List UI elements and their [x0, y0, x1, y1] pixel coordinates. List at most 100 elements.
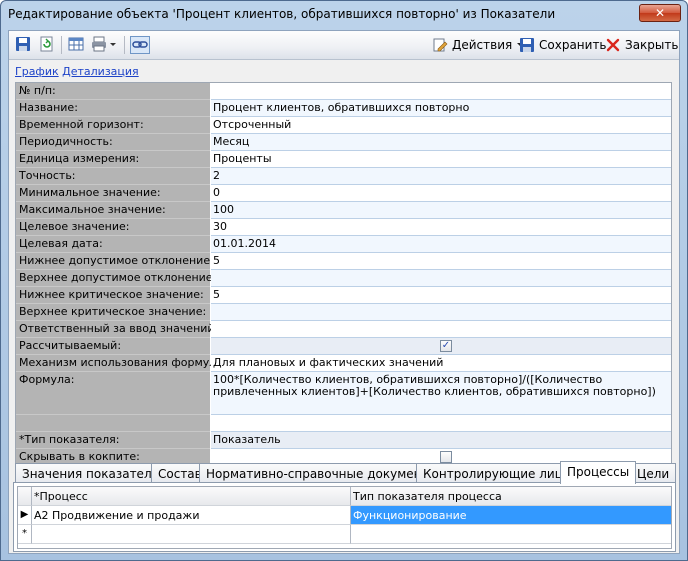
- high-critical-field[interactable]: [211, 304, 671, 321]
- process-grid: *Процесс Тип показателя процесса ▶ A2 Пр…: [17, 486, 672, 549]
- precision-field[interactable]: 2: [211, 168, 671, 185]
- edit-document-icon: [433, 38, 448, 52]
- processes-panel: *Процесс Тип показателя процесса ▶ A2 Пр…: [13, 482, 676, 552]
- toolbar-separator: [124, 36, 125, 54]
- name-field[interactable]: Процент клиентов, обратившихся повторно: [211, 100, 671, 117]
- new-process-cell[interactable]: [32, 525, 351, 544]
- prop-row-low-tolerance: Нижнее допустимое отклонение: 5: [16, 253, 671, 270]
- formula-field[interactable]: 100*[Количество клиентов, обратившихся п…: [211, 372, 671, 415]
- tab-controllers[interactable]: Контролирующие лица: [416, 463, 578, 483]
- prop-label: Верхнее допустимое отклонение:: [16, 270, 216, 287]
- prop-label: Единица измерения:: [16, 151, 210, 168]
- detail-link[interactable]: Детализация: [62, 65, 139, 78]
- prop-row-precision: Точность: 2: [16, 168, 671, 185]
- prop-row-formula: Формула: 100*[Количество клиентов, обрат…: [16, 372, 671, 415]
- prop-row-target: Целевое значение: 30: [16, 219, 671, 236]
- responsible-field[interactable]: [211, 321, 671, 338]
- tab-strip: Значения показателя Состав Нормативно-сп…: [13, 461, 679, 484]
- min-value-field[interactable]: 0: [211, 185, 671, 202]
- tab-indicator-values[interactable]: Значения показателя: [15, 463, 166, 483]
- process-type-cell[interactable]: Функционирование: [351, 506, 671, 525]
- prop-label: Периодичность:: [16, 134, 210, 151]
- prop-row-formula-mode: Механизм использования формулы: Для план…: [16, 355, 671, 372]
- prop-label: Точность:: [16, 168, 210, 185]
- prop-label: Временной горизонт:: [16, 117, 210, 134]
- new-row[interactable]: *: [18, 525, 671, 544]
- prop-row-type: *Тип показателя: Показатель: [16, 432, 671, 449]
- link-icon[interactable]: [130, 36, 150, 54]
- graph-link[interactable]: График: [15, 65, 59, 78]
- client-area: Действия Сохранить Закрыть График Детали…: [8, 30, 680, 554]
- number-field[interactable]: [211, 83, 671, 100]
- editor-window: Редактирование объекта 'Процент клиентов…: [0, 0, 688, 561]
- column-header-process[interactable]: *Процесс: [32, 487, 351, 506]
- prop-label: Верхнее критическое значение:: [16, 304, 210, 321]
- max-value-field[interactable]: 100: [211, 202, 671, 219]
- close-label: Закрыть: [625, 38, 679, 52]
- tab-goals[interactable]: Цели: [630, 463, 677, 483]
- prop-label-blank: [16, 415, 210, 432]
- blank-cell: [211, 415, 671, 432]
- prop-row-max: Максимальное значение: 100: [16, 202, 671, 219]
- indicator-type-field[interactable]: Показатель: [211, 432, 671, 449]
- prop-label: Рассчитываемый:: [16, 338, 210, 355]
- window-close-button[interactable]: ✕: [639, 4, 681, 22]
- formula-mode-field[interactable]: Для плановых и фактических значений: [211, 355, 671, 372]
- prop-row-spacer: [16, 415, 671, 432]
- prop-row-name: Название: Процент клиентов, обратившихся…: [16, 100, 671, 117]
- current-row-indicator: ▶: [18, 506, 32, 525]
- property-grid: № п/п: Название: Процент клиентов, обрат…: [15, 82, 672, 477]
- high-tolerance-field[interactable]: [211, 270, 671, 287]
- periodicity-field[interactable]: Месяц: [211, 134, 671, 151]
- links-row: График Детализация: [15, 65, 139, 81]
- prop-row-number: № п/п:: [16, 83, 671, 100]
- prop-row-periodicity: Периодичность: Месяц: [16, 134, 671, 151]
- calculated-checkbox[interactable]: ✓: [440, 340, 452, 352]
- low-tolerance-field[interactable]: 5: [211, 253, 671, 270]
- title-bar[interactable]: Редактирование объекта 'Процент клиентов…: [1, 1, 687, 27]
- tab-processes[interactable]: Процессы: [560, 461, 637, 484]
- toolbar: Действия Сохранить Закрыть: [9, 31, 679, 60]
- prop-label: Целевая дата:: [16, 236, 210, 253]
- prop-row-min: Минимальное значение: 0: [16, 185, 671, 202]
- prop-row-high-tolerance: Верхнее допустимое отклонение:: [16, 270, 671, 287]
- prop-label: № п/п:: [16, 83, 210, 100]
- prop-row-responsible: Ответственный за ввод значений:: [16, 321, 671, 338]
- prop-row-calculated: Рассчитываемый: ✓: [16, 338, 671, 355]
- target-date-field[interactable]: 01.01.2014: [211, 236, 671, 253]
- prop-label: Ответственный за ввод значений:: [16, 321, 218, 338]
- process-grid-header: *Процесс Тип показателя процесса: [18, 487, 671, 506]
- save-icon[interactable]: [15, 36, 33, 54]
- low-critical-field[interactable]: 5: [211, 287, 671, 304]
- new-process-type-cell[interactable]: [351, 525, 671, 544]
- process-cell[interactable]: A2 Продвижение и продажи: [32, 506, 351, 525]
- prop-label: Название:: [16, 100, 210, 117]
- refresh-icon[interactable]: [39, 36, 57, 54]
- prop-label: Механизм использования формулы:: [16, 355, 229, 372]
- print-icon[interactable]: [91, 36, 119, 54]
- prop-row-horizon: Временной горизонт: Отсроченный: [16, 117, 671, 134]
- prop-label: Целевое значение:: [16, 219, 210, 236]
- prop-label: Минимальное значение:: [16, 185, 210, 202]
- prop-label: Максимальное значение:: [16, 202, 210, 219]
- horizon-field[interactable]: Отсроченный: [211, 117, 671, 134]
- unit-field[interactable]: Проценты: [211, 151, 671, 168]
- prop-label: Нижнее критическое значение:: [16, 287, 210, 304]
- table-row[interactable]: ▶ A2 Продвижение и продажи Функционирова…: [18, 506, 671, 525]
- prop-row-unit: Единица измерения: Проценты: [16, 151, 671, 168]
- tab-regulatory-documents[interactable]: Нормативно-справочные документы: [199, 463, 445, 483]
- actions-label: Действия: [452, 38, 513, 52]
- table-icon[interactable]: [68, 36, 86, 54]
- save-icon: [520, 38, 534, 52]
- prop-row-target-date: Целевая дата: 01.01.2014: [16, 236, 671, 253]
- actions-menu-button[interactable]: Действия: [432, 36, 524, 54]
- header-indicator: [18, 487, 32, 506]
- close-button[interactable]: Закрыть: [605, 36, 678, 54]
- prop-row-low-critical: Нижнее критическое значение: 5: [16, 287, 671, 304]
- save-button[interactable]: Сохранить: [519, 36, 607, 54]
- close-icon: [606, 38, 620, 52]
- target-value-field[interactable]: 30: [211, 219, 671, 236]
- save-label: Сохранить: [539, 38, 607, 52]
- calculated-cell: ✓: [211, 338, 671, 355]
- column-header-process-type[interactable]: Тип показателя процесса: [351, 487, 671, 506]
